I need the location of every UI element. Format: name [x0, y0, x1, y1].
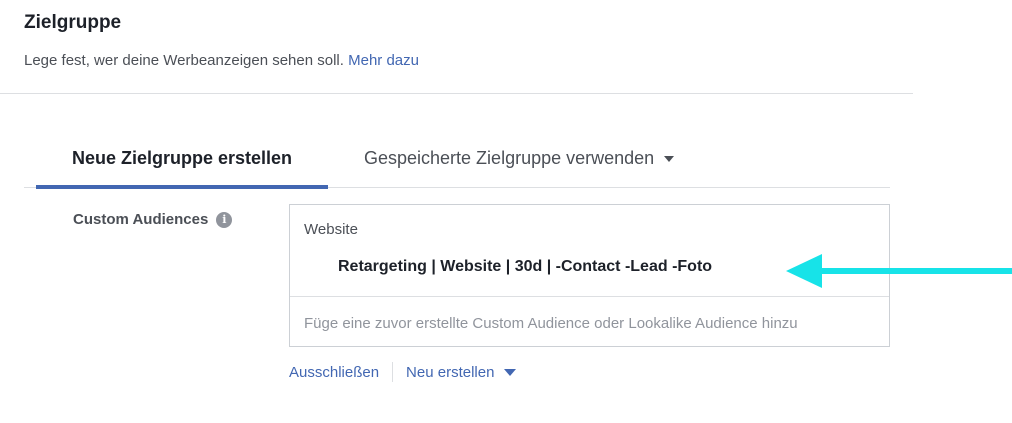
tab-saved-audience[interactable]: Gespeicherte Zielgruppe verwenden	[364, 128, 744, 188]
create-new-dropdown[interactable]: Neu erstellen	[406, 364, 516, 381]
audience-actions: Ausschließen Neu erstellen	[289, 362, 516, 382]
exclude-link[interactable]: Ausschließen	[289, 364, 379, 381]
selected-audience[interactable]: Retargeting | Website | 30d | -Contact -…	[338, 258, 712, 276]
section-divider	[0, 93, 913, 94]
chevron-down-icon	[503, 369, 516, 377]
tab-new-audience-label: Neue Zielgruppe erstellen	[71, 147, 293, 168]
custom-audience-search-input[interactable]	[304, 311, 879, 335]
annotation-arrow-icon	[786, 254, 1012, 288]
subtitle-text: Lege fest, wer deine Werbeanzeigen sehen…	[24, 52, 344, 69]
chevron-down-icon	[664, 156, 675, 162]
arrow-head	[786, 254, 822, 288]
tab-new-audience[interactable]: Neue Zielgruppe erstellen	[36, 128, 328, 189]
info-icon[interactable]: i	[216, 211, 233, 228]
section-subtitle: Lege fest, wer deine Werbeanzeigen sehen…	[24, 52, 419, 69]
box-separator	[290, 296, 889, 297]
tab-saved-audience-label: Gespeicherte Zielgruppe verwenden	[364, 147, 655, 168]
audience-category: Website	[304, 221, 358, 238]
audience-tabs: Neue Zielgruppe erstellen Gespeicherte Z…	[24, 128, 890, 189]
create-new-label: Neu erstellen	[406, 363, 495, 381]
custom-audiences-label: Custom Audiences i	[73, 211, 233, 228]
section-title: Zielgruppe	[24, 12, 122, 33]
custom-audiences-label-text: Custom Audiences	[73, 211, 209, 228]
learn-more-link[interactable]: Mehr dazu	[348, 52, 419, 69]
action-separator	[392, 362, 394, 382]
